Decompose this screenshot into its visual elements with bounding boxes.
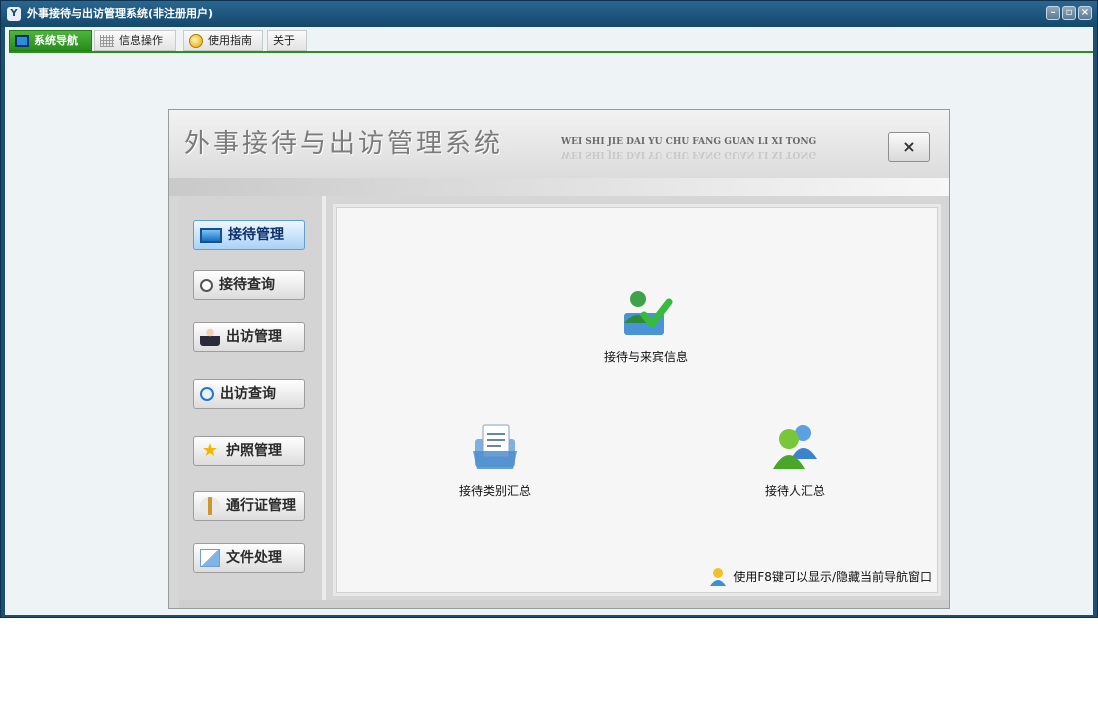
tab-bar: 系统导航 信息操作 使用指南 关于 [5,27,1093,53]
star-icon: ★ [201,440,219,461]
nav-visit-management[interactable]: 出访管理 [193,322,305,352]
tab-label: 使用指南 [208,34,252,47]
panel-subtitle: WEI SHI JIE DAI YU CHU FANG GUAN LI XI T… [561,137,817,147]
nav-reception-management[interactable]: 接待管理 [193,220,305,250]
clipboard-folder-icon [473,424,517,469]
tab-underline [9,51,1093,53]
nav-reception-query[interactable]: 接待查询 [193,270,305,300]
restore-icon[interactable]: ▫ [1062,6,1076,20]
search-icon [200,387,214,401]
panel-subtitle-reflection: WEI SHI JIE DAI YU CHU FANG GUAN LI XI T… [561,149,817,159]
nav-pass-management[interactable]: 通行证管理 [193,491,305,521]
nav-label: 出访查询 [220,386,276,402]
hint-text: 使用F8键可以显示/隐藏当前导航窗口 [733,570,932,584]
guest-check-icon [624,291,673,335]
content-area: 接待与来宾信息 接待类别汇总 接待人汇总 使用F8键可以显示/隐藏当前导航窗口 [333,204,941,596]
nav-visit-query[interactable]: 出访查询 [193,379,305,409]
panel-close-button[interactable]: × [888,132,930,162]
panel-header: 外事接待与出访管理系统 WEI SHI JIE DAI YU CHU FANG … [169,110,949,196]
feature-label: 接待与来宾信息 [603,350,688,364]
title-bar[interactable]: Y 外事接待与出访管理系统(非注册用户) – ▫ × [1,1,1097,27]
feature-reception-category-summary[interactable]: 接待类别汇总 [430,419,560,499]
minimize-icon[interactable]: – [1046,6,1060,20]
nav-label: 出访管理 [226,329,282,345]
tab-label: 关于 [273,34,295,47]
panel-title: 外事接待与出访管理系统 [184,129,504,159]
app-logo-icon: Y [7,7,21,21]
window-controls: – ▫ × [1046,6,1092,20]
feature-label: 接待人汇总 [764,484,825,498]
nav-file-processing[interactable]: 文件处理 [193,543,305,573]
tab-label: 信息操作 [119,34,163,47]
pass-icon [200,497,220,515]
tab-about[interactable]: 关于 [267,30,307,51]
user-hint-icon [710,568,727,586]
users-group-icon [773,425,817,469]
navigation-panel: 外事接待与出访管理系统 WEI SHI JIE DAI YU CHU FANG … [168,109,950,609]
nav-passport-management[interactable]: ★ 护照管理 [193,436,305,466]
tab-label: 系统导航 [34,34,78,47]
nav-label: 文件处理 [226,550,282,566]
feature-label: 接待类别汇总 [458,484,531,498]
header-stripe [169,178,949,196]
window-title: 外事接待与出访管理系统(非注册用户) [27,7,214,20]
client-area: 系统导航 信息操作 使用指南 关于 外事接待与出访管理系统 WEI SHI JI… [5,27,1093,615]
feature-receiver-summary[interactable]: 接待人汇总 [730,419,860,499]
tab-user-guide[interactable]: 使用指南 [183,30,263,51]
person-icon [200,328,220,346]
nav-sidebar: 接待管理 接待查询 出访管理 出访查询 ★ 护照管理 通行证管理 文件处理 [179,196,326,600]
f8-hint: 使用F8键可以显示/隐藏当前导航窗口 [709,567,932,587]
nav-label: 通行证管理 [226,498,296,514]
monitor-icon [15,34,29,47]
close-icon: × [902,137,916,156]
feature-guest-info[interactable]: 接待与来宾信息 [581,285,711,365]
help-icon [189,33,203,48]
panel-bottom-bar [179,600,949,608]
magnifier-icon [200,278,213,292]
nav-label: 接待查询 [219,277,275,293]
grid-icon [100,34,114,47]
nav-label: 接待管理 [228,227,284,243]
nav-label: 护照管理 [226,443,282,459]
file-icon [200,549,220,567]
monitor-icon [200,227,222,243]
tab-system-nav[interactable]: 系统导航 [9,30,92,51]
app-window: Y 外事接待与出访管理系统(非注册用户) – ▫ × 系统导航 信息操作 使用指… [0,0,1098,618]
close-icon[interactable]: × [1078,6,1092,20]
tab-info-ops[interactable]: 信息操作 [94,30,176,51]
